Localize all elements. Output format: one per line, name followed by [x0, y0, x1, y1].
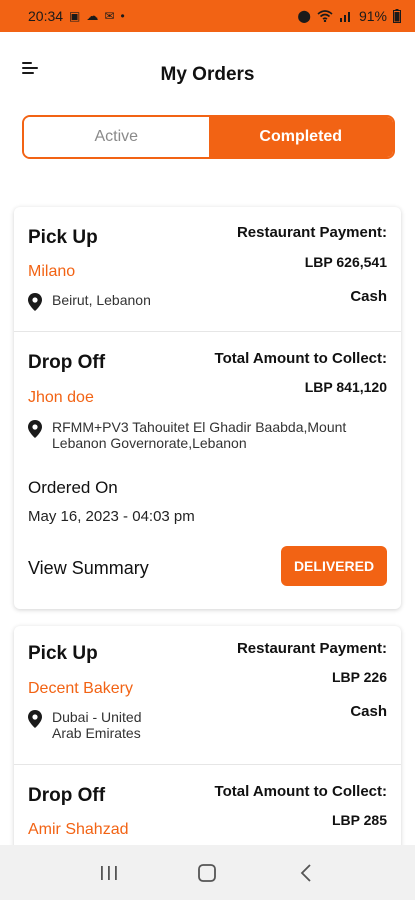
page-title: My Orders [160, 64, 255, 85]
location-pin-icon [28, 420, 42, 438]
customer-name: Jhon doe [28, 389, 94, 406]
status-right: ⬤ 91% [298, 8, 401, 24]
pickup-address: Dubai - United Arab Emirates [28, 709, 162, 741]
status-bar: 20:34 ▣ ☁ ✉ • ⬤ 91% [0, 0, 415, 32]
payment-method: Cash [350, 288, 387, 305]
tab-active[interactable]: Active [24, 117, 209, 157]
recent-apps-icon[interactable] [89, 858, 129, 888]
location-pin-icon [28, 710, 42, 728]
collect-label: Total Amount to Collect: [214, 350, 387, 367]
battery-percent: 91% [358, 8, 387, 24]
customer-name: Amir Shahzad [28, 821, 129, 838]
mail-icon: ✉ [104, 9, 115, 23]
dropoff-title: Drop Off [28, 352, 106, 373]
order-tabs: Active Completed [22, 115, 395, 159]
location-pin-icon [28, 293, 42, 311]
restaurant-name: Decent Bakery [28, 680, 133, 697]
restaurant-payment-amount: LBP 626,541 [304, 254, 387, 270]
status-time: 20:34 [28, 8, 64, 24]
payment-method: Cash [350, 703, 387, 720]
location-icon: ⬤ [297, 9, 311, 23]
dropoff-address: RFMM+PV3 Tahouitet El Ghadir Baabda,Moun… [28, 419, 378, 451]
tab-completed[interactable]: Completed [208, 117, 393, 157]
pickup-address: Beirut, Lebanon [28, 292, 151, 311]
status-left: 20:34 ▣ ☁ ✉ • [28, 8, 125, 24]
header: My Orders [0, 32, 415, 110]
restaurant-payment-label: Restaurant Payment: [236, 640, 387, 657]
pickup-section: Pick Up Restaurant Payment: LBP 626,541 … [14, 207, 401, 331]
back-icon[interactable] [286, 858, 326, 888]
collect-label: Total Amount to Collect: [214, 783, 387, 800]
signal-icon [339, 12, 350, 22]
dropoff-address-text: RFMM+PV3 Tahouitet El Ghadir Baabda,Moun… [52, 419, 347, 451]
gallery-icon: ▣ [69, 9, 81, 23]
pickup-title: Pick Up [28, 643, 98, 664]
pickup-section: Pick Up Restaurant Payment: LBP 226 Dece… [14, 626, 401, 764]
delivered-status-button[interactable]: DELIVERED [281, 546, 387, 586]
collect-amount: LBP 841,120 [304, 379, 387, 395]
dropoff-section: Drop Off Total Amount to Collect: LBP 84… [14, 332, 401, 609]
home-icon[interactable] [187, 858, 227, 888]
pickup-address-text: Beirut, Lebanon [52, 292, 151, 308]
dot-icon: • [120, 9, 125, 23]
wifi-icon [317, 10, 333, 22]
system-nav-bar [0, 845, 415, 900]
dropoff-title: Drop Off [28, 785, 106, 806]
battery-icon [393, 9, 401, 23]
cloud-icon: ☁ [86, 9, 99, 23]
collect-amount: LBP 285 [332, 812, 387, 828]
restaurant-payment-label: Restaurant Payment: [236, 224, 387, 241]
restaurant-name: Milano [28, 263, 76, 280]
restaurant-payment-amount: LBP 226 [332, 669, 387, 685]
view-summary-link[interactable]: View Summary [28, 558, 149, 579]
ordered-on-label: Ordered On [28, 478, 118, 497]
pickup-title: Pick Up [28, 227, 98, 248]
order-card: Pick Up Restaurant Payment: LBP 226 Dece… [14, 626, 401, 866]
pickup-address-text: Dubai - United Arab Emirates [52, 709, 142, 741]
order-card: Pick Up Restaurant Payment: LBP 626,541 … [14, 207, 401, 609]
ordered-on-date: May 16, 2023 - 04:03 pm [28, 508, 195, 525]
